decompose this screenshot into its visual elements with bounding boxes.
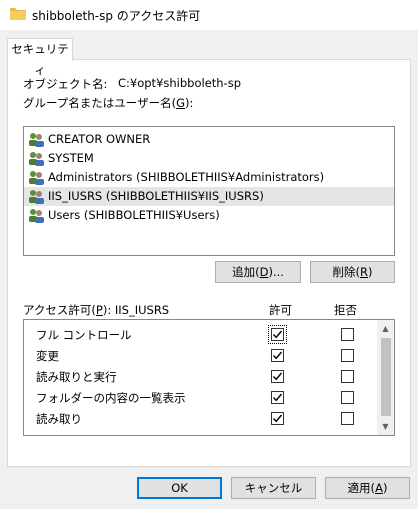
deny-column-header: 拒否 <box>334 303 357 317</box>
scroll-down-icon[interactable]: ▼ <box>377 418 394 435</box>
tab-strip: セキュリティ <box>0 30 418 77</box>
users-icon <box>29 190 44 204</box>
permission-row: 読み取りと実行 <box>24 366 378 387</box>
users-icon <box>29 152 44 166</box>
users-icon <box>29 209 44 223</box>
ok-button[interactable]: OK <box>137 477 222 499</box>
permission-name: 変更 <box>36 349 59 363</box>
permission-row: フル コントロール <box>24 324 378 345</box>
list-item-selected[interactable]: IIS_IUSRS (SHIBBOLETHIIS¥IIS_IUSRS) <box>24 187 394 206</box>
check-icon <box>272 351 283 360</box>
list-item[interactable]: SYSTEM <box>24 149 394 168</box>
allow-checkbox[interactable] <box>268 325 287 344</box>
users-icon <box>29 133 44 147</box>
allow-checkbox[interactable] <box>271 349 284 362</box>
scroll-thumb[interactable] <box>381 338 391 416</box>
list-item[interactable]: CREATOR OWNER <box>24 130 394 149</box>
check-icon <box>272 414 283 423</box>
groups-label: グループ名またはユーザー名(G): <box>23 96 194 110</box>
permission-name: フォルダーの内容の一覧表示 <box>36 391 186 405</box>
permission-row: 読み取り <box>24 408 378 429</box>
object-name-value: C:¥opt¥shibboleth-sp <box>118 76 242 90</box>
deny-checkbox[interactable] <box>341 412 354 425</box>
folder-icon <box>10 8 26 20</box>
cancel-button[interactable]: キャンセル <box>231 477 316 499</box>
permission-row: 変更 <box>24 345 378 366</box>
list-item[interactable]: Users (SHIBBOLETHIIS¥Users) <box>24 206 394 225</box>
permission-name: 読み取り <box>36 412 82 426</box>
list-item[interactable]: Administrators (SHIBBOLETHIIS¥Administra… <box>24 168 394 187</box>
permissions-list: フル コントロール 変更 読み取りと実行 フォルダーの内容の一覧表示 読み取り <box>23 319 395 436</box>
allow-checkbox[interactable] <box>271 412 284 425</box>
tab-security[interactable]: セキュリティ <box>7 38 73 77</box>
check-icon <box>272 330 283 339</box>
deny-checkbox[interactable] <box>341 349 354 362</box>
allow-column-header: 許可 <box>269 303 292 317</box>
permission-name: 読み取りと実行 <box>36 370 117 384</box>
deny-checkbox[interactable] <box>341 328 354 341</box>
users-icon <box>29 171 44 185</box>
check-icon <box>272 372 283 381</box>
permissions-label: アクセス許可(P): IIS_IUSRS <box>23 303 170 317</box>
scroll-up-icon[interactable]: ▲ <box>377 320 394 337</box>
groups-list[interactable]: CREATOR OWNER SYSTEM Administrators (SHI… <box>23 126 395 256</box>
allow-checkbox[interactable] <box>271 391 284 404</box>
deny-checkbox[interactable] <box>341 391 354 404</box>
deny-checkbox[interactable] <box>341 370 354 383</box>
add-button[interactable]: 追加(D)... <box>215 261 301 283</box>
allow-checkbox[interactable] <box>271 370 284 383</box>
remove-button[interactable]: 削除(R) <box>310 261 395 283</box>
apply-button[interactable]: 適用(A) <box>325 477 410 499</box>
permissions-scrollbar[interactable]: ▲ ▼ <box>377 320 394 435</box>
title-bar: shibboleth-sp のアクセス許可 <box>0 0 418 30</box>
window-title: shibboleth-sp のアクセス許可 <box>32 9 201 23</box>
permission-name: フル コントロール <box>36 328 132 342</box>
check-icon <box>272 393 283 402</box>
permission-row: フォルダーの内容の一覧表示 <box>24 387 378 408</box>
